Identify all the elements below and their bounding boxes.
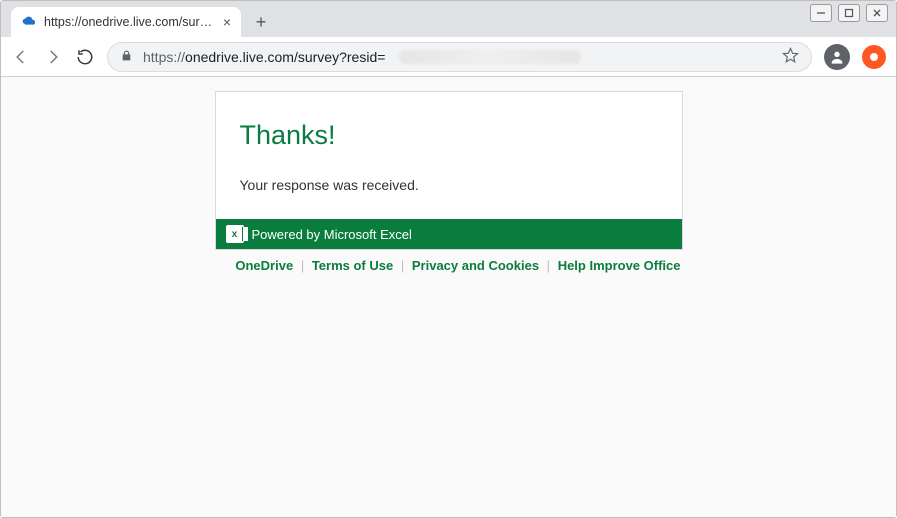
- extension-badge-icon[interactable]: [862, 45, 886, 69]
- lock-icon: [120, 49, 133, 65]
- separator: |: [543, 258, 554, 273]
- url-text: https://onedrive.live.com/survey?resid=: [143, 49, 385, 65]
- confirmation-message: Your response was received.: [240, 177, 658, 193]
- browser-tab[interactable]: https://onedrive.live.com/survey? ×: [11, 7, 241, 37]
- maximize-button[interactable]: [838, 4, 860, 22]
- onedrive-favicon-icon: [21, 14, 37, 30]
- link-improve[interactable]: Help Improve Office: [558, 258, 681, 273]
- browser-toolbar: https://onedrive.live.com/survey?resid=: [1, 37, 896, 77]
- separator: |: [397, 258, 408, 273]
- url-scheme: https://: [143, 49, 185, 65]
- new-tab-button[interactable]: +: [247, 8, 275, 36]
- link-onedrive[interactable]: OneDrive: [235, 258, 293, 273]
- page-content: Thanks! Your response was received. x Po…: [1, 77, 896, 517]
- excel-icon: x: [226, 225, 244, 243]
- url-obscured-segment: [399, 50, 580, 64]
- tab-close-icon[interactable]: ×: [223, 15, 231, 29]
- profile-avatar-icon[interactable]: [824, 44, 850, 70]
- footer-links: OneDrive | Terms of Use | Privacy and Co…: [215, 250, 683, 281]
- address-bar[interactable]: https://onedrive.live.com/survey?resid=: [107, 42, 812, 72]
- minimize-button[interactable]: [810, 4, 832, 22]
- powered-by-label: Powered by Microsoft Excel: [252, 227, 412, 242]
- link-terms[interactable]: Terms of Use: [312, 258, 393, 273]
- back-button[interactable]: [11, 47, 31, 67]
- confirmation-card: Thanks! Your response was received. x Po…: [215, 91, 683, 250]
- tab-title: https://onedrive.live.com/survey?: [44, 15, 216, 29]
- thanks-heading: Thanks!: [240, 120, 658, 151]
- card-footer: x Powered by Microsoft Excel: [216, 219, 682, 249]
- tab-strip: https://onedrive.live.com/survey? × +: [1, 1, 896, 37]
- reload-button[interactable]: [75, 47, 95, 67]
- separator: |: [297, 258, 308, 273]
- url-path: onedrive.live.com/survey?resid=: [185, 49, 385, 65]
- window-controls: [810, 4, 888, 22]
- bookmark-star-icon[interactable]: [782, 47, 799, 67]
- link-privacy[interactable]: Privacy and Cookies: [412, 258, 539, 273]
- close-window-button[interactable]: [866, 4, 888, 22]
- forward-button[interactable]: [43, 47, 63, 67]
